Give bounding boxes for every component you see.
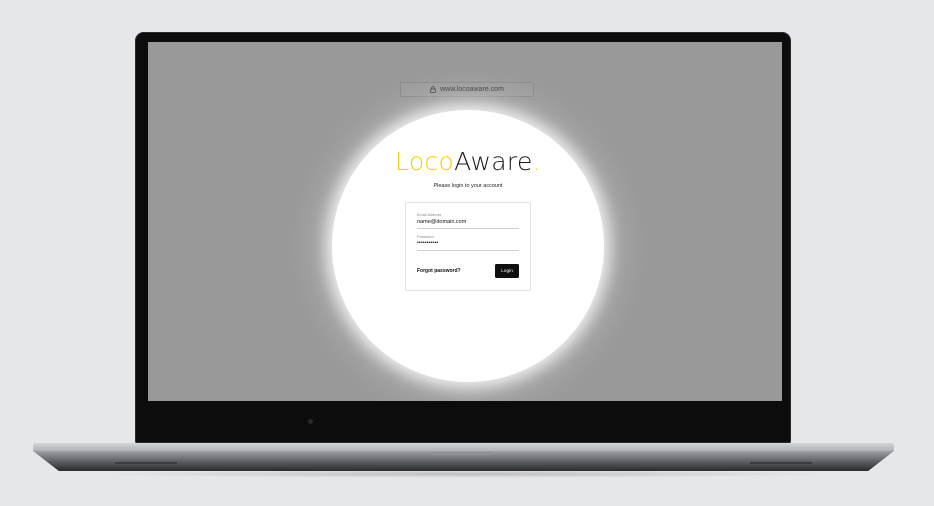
login-subtitle: Please login to your account: [433, 183, 503, 189]
password-underline: [417, 250, 519, 251]
webcam: [308, 419, 313, 424]
address-bar[interactable]: www.locoaware.com: [400, 82, 534, 97]
logo-part-loco: Loco: [395, 147, 455, 176]
password-label: Password: [417, 235, 434, 239]
brand-logo: LocoAware.: [332, 147, 604, 176]
lock-icon: [430, 86, 436, 93]
login-form: Email Address name@domain.com Password •…: [405, 202, 531, 291]
email-field[interactable]: name@domain.com: [417, 219, 466, 225]
laptop-foot-left: [115, 462, 177, 464]
laptop-mockup: www.locoaware.com LocoAware. Please logi…: [0, 0, 934, 506]
laptop-screen: www.locoaware.com LocoAware. Please logi…: [148, 42, 782, 401]
logo-part-aware: Aware: [454, 147, 533, 176]
laptop-shadow: [90, 470, 840, 478]
laptop-base-top: [33, 443, 894, 451]
laptop-foot-right: [750, 462, 812, 464]
spotlight-panel: LocoAware. Please login to your account …: [332, 110, 604, 382]
email-underline: [417, 228, 519, 229]
email-label: Email Address: [417, 213, 442, 217]
forgot-password-link[interactable]: Forgot password?: [417, 268, 461, 274]
url-text: www.locoaware.com: [440, 86, 504, 93]
password-field[interactable]: •••••••••••: [417, 240, 438, 246]
laptop-notch: [432, 452, 492, 455]
login-button[interactable]: Login: [495, 264, 519, 278]
logo-dot: .: [532, 147, 541, 176]
